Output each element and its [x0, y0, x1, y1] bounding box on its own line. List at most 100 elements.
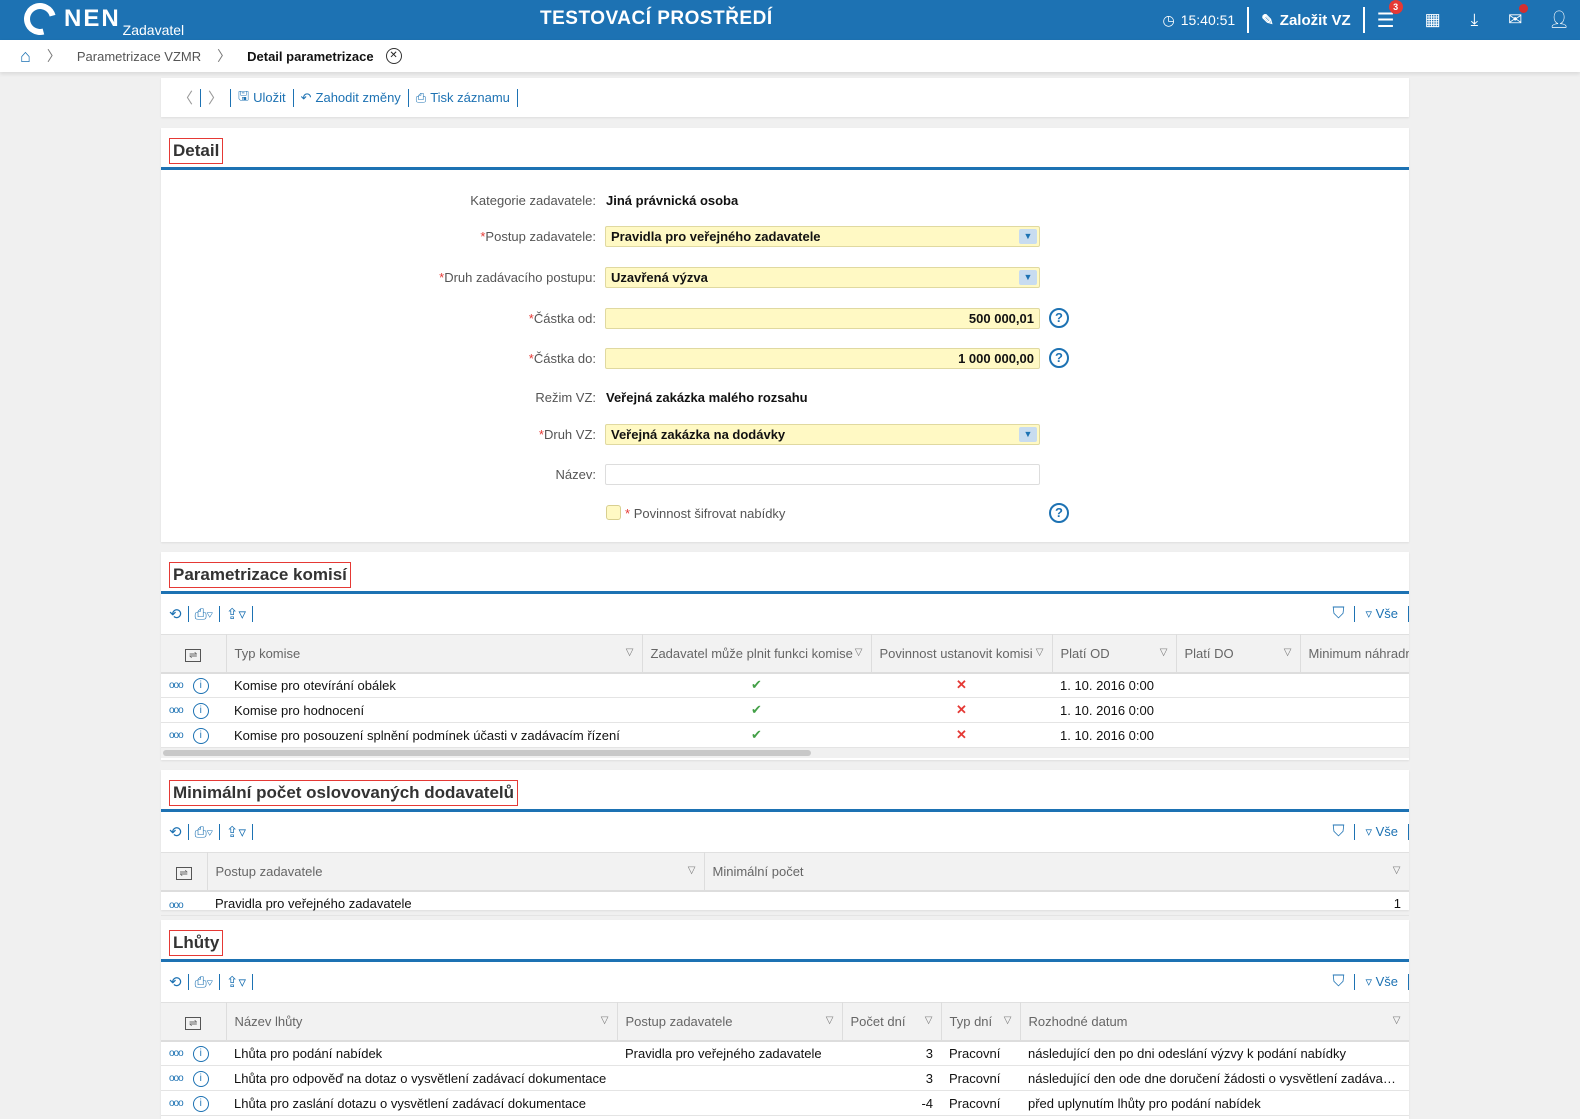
close-tab-icon[interactable]: ✕	[385, 48, 402, 64]
filter-arrow-icon[interactable]: ▽	[826, 1015, 834, 1026]
create-vz-button[interactable]: ✎ Založit VZ	[1261, 11, 1350, 30]
discard-button[interactable]: ↶ Zahodit změny	[294, 88, 409, 107]
info-icon[interactable]: i	[192, 703, 209, 719]
postup-select[interactable]: Pravidla pro veřejného zadavatele ▼	[605, 226, 1040, 247]
column-header[interactable]: Typ komise ▽	[226, 634, 643, 674]
help-icon[interactable]: ?	[1049, 348, 1069, 368]
nen-logo[interactable]: NEN Zadavatel	[18, 0, 184, 41]
filter-arrow-icon[interactable]: ▽	[688, 865, 696, 876]
info-icon[interactable]: i	[192, 678, 209, 695]
previous-button[interactable]: 〈	[171, 88, 202, 107]
info-icon[interactable]: i	[192, 1071, 209, 1087]
menu-button[interactable]: ☰ 3	[1377, 0, 1403, 33]
column-settings-icon[interactable]: ⇌	[185, 1016, 202, 1030]
column-header[interactable]: Rozhodné datum ▽	[1020, 1002, 1409, 1042]
filter-arrow-icon[interactable]: ▽	[1160, 647, 1168, 658]
chevron-down-icon[interactable]: ▼	[1019, 427, 1037, 442]
sifrovat-checkbox[interactable]	[606, 505, 621, 520]
refresh-icon[interactable]: ⟲	[169, 973, 182, 991]
column-chooser[interactable]: ⇌	[161, 1002, 227, 1042]
more-icon[interactable]: ooo	[169, 730, 184, 741]
print-button[interactable]: ⎙ Tisk záznamu	[409, 88, 518, 107]
filter-arrow-icon[interactable]: ▽	[925, 1015, 933, 1026]
table-row[interactable]: ooo i Komise pro posouzení splnění podmíne…	[161, 722, 1409, 748]
refresh-icon[interactable]: ⟲	[169, 605, 182, 623]
filter-arrow-icon[interactable]: ▽	[626, 647, 634, 658]
next-button[interactable]: 〉	[201, 88, 232, 107]
druh-vz-select[interactable]: Veřejná zakázka na dodávky ▼	[605, 424, 1040, 445]
more-icon[interactable]: ooo	[169, 1098, 184, 1109]
more-icon[interactable]: ooo	[169, 1073, 184, 1084]
help-icon[interactable]: ?	[1049, 503, 1069, 523]
filter-icon[interactable]: ⛉	[1332, 973, 1344, 991]
table-row[interactable]: ooo i Lhůta pro podání nabídek Pravidla pro…	[161, 1040, 1409, 1066]
filter-arrow-icon[interactable]: ▽	[601, 1015, 609, 1026]
column-header[interactable]: Typ dní ▽	[941, 1002, 1021, 1042]
table-row[interactable]: ooo i Komise pro hodnocení ✔ ✕ 1. 10. 2016 0:…	[161, 697, 1409, 723]
column-header[interactable]: Postup zadavatele ▽	[617, 1002, 843, 1042]
view-select[interactable]: ▿ Vše	[1365, 606, 1398, 622]
export-menu-icon[interactable]: ⇪▿	[226, 605, 246, 623]
view-select[interactable]: ▿ Vše	[1365, 824, 1398, 840]
filter-arrow-icon[interactable]: ▽	[855, 647, 863, 658]
breadcrumb-parametrizace-vzmr[interactable]: Parametrizace VZMR	[77, 49, 201, 64]
info-icon[interactable]: i	[192, 1046, 209, 1063]
environment-title: TESTOVACÍ PROSTŘEDÍ	[540, 8, 773, 29]
column-header[interactable]: Minimální počet ▽	[704, 852, 1409, 892]
chevron-down-icon[interactable]: ▼	[1019, 229, 1037, 244]
divider	[252, 974, 253, 990]
table-row[interactable]: ooo i Komise pro otevírání obálek ✔ ✕ 1. 10. …	[161, 672, 1409, 698]
column-header[interactable]: Platí OD ▽	[1052, 634, 1177, 674]
export-menu-icon[interactable]: ⇪▿	[226, 823, 246, 841]
chevron-down-icon[interactable]: ▼	[1019, 270, 1037, 285]
column-settings-icon[interactable]: ⇌	[185, 648, 202, 662]
grid-toolbar: ⟲ ⎙▿ ⇪▿ ⛉ ▿ Vše	[161, 594, 1409, 634]
nazev-input[interactable]	[605, 464, 1040, 485]
refresh-icon[interactable]: ⟲	[169, 823, 182, 841]
more-icon[interactable]: ooo	[169, 1048, 184, 1059]
info-icon[interactable]: i	[192, 728, 209, 744]
table-row[interactable]: ooo i Lhůta pro odpověď na dotaz o vysvětl…	[161, 1065, 1409, 1091]
column-settings-icon[interactable]: ⇌	[175, 866, 192, 880]
info-icon[interactable]: i	[192, 1096, 209, 1112]
castka-od-input[interactable]: 500 000,01	[605, 308, 1040, 329]
filter-arrow-icon[interactable]: ▽	[1393, 865, 1401, 876]
export-menu-icon[interactable]: ⇪▿	[226, 973, 246, 991]
column-chooser[interactable]: ⇌	[161, 852, 208, 892]
save-button[interactable]: 🖫 Uložit	[231, 88, 294, 107]
print-menu-icon[interactable]: ⎙▿	[195, 606, 213, 623]
column-header[interactable]: Postup zadavatele ▽	[207, 852, 705, 892]
castka-do-input[interactable]: 1 000 000,00	[605, 348, 1040, 369]
print-menu-icon[interactable]: ⎙▿	[195, 974, 213, 991]
column-header[interactable]: Název lhůty ▽	[226, 1002, 618, 1042]
more-icon[interactable]: ooo	[169, 680, 184, 691]
print-menu-icon[interactable]: ⎙▿	[195, 824, 213, 841]
help-icon[interactable]: ?	[1049, 308, 1069, 328]
filter-arrow-icon[interactable]: ▽	[1036, 647, 1044, 658]
more-icon[interactable]: ooo	[169, 900, 184, 911]
table-row[interactable]: ooo Pravidla pro veřejného zadavatele 1	[161, 890, 1409, 916]
scrollbar-thumb[interactable]	[163, 750, 811, 756]
download-icon[interactable]: ⤓	[1471, 10, 1479, 30]
column-header[interactable]: Počet dní ▽	[842, 1002, 942, 1042]
filter-icon[interactable]: ⛉	[1332, 823, 1344, 841]
filter-arrow-icon[interactable]: ▽	[1004, 1015, 1012, 1026]
field-label: *Druh zadávacího postupu:	[439, 270, 596, 285]
calendar-icon[interactable]: ▦	[1425, 10, 1441, 30]
view-select[interactable]: ▿ Vše	[1365, 974, 1398, 990]
table-row[interactable]: ooo i Lhůta pro zaslání dotazu o vysvětlen…	[161, 1090, 1409, 1116]
filter-arrow-icon[interactable]: ▽	[1393, 1015, 1401, 1026]
horizontal-scrollbar[interactable]	[161, 748, 1409, 758]
home-icon[interactable]: ⌂	[20, 46, 31, 67]
column-header[interactable]: Povinnost ustanovit komisi ▽	[871, 634, 1053, 674]
column-header[interactable]: Platí DO ▽	[1176, 634, 1301, 674]
filter-icon[interactable]: ⛉	[1332, 605, 1344, 623]
mail-icon[interactable]: ✉	[1508, 4, 1529, 30]
more-icon[interactable]: ooo	[169, 705, 184, 716]
column-header[interactable]: Minimum náhradníků▽	[1300, 634, 1409, 674]
user-icon[interactable]: 👤︎	[1548, 10, 1570, 30]
column-header[interactable]: Zadavatel může plnit funkci komise ▽	[642, 634, 872, 674]
column-chooser[interactable]: ⇌	[161, 634, 227, 674]
filter-arrow-icon[interactable]: ▽	[1284, 647, 1292, 658]
druh-postupu-select[interactable]: Uzavřená výzva ▼	[605, 267, 1040, 288]
